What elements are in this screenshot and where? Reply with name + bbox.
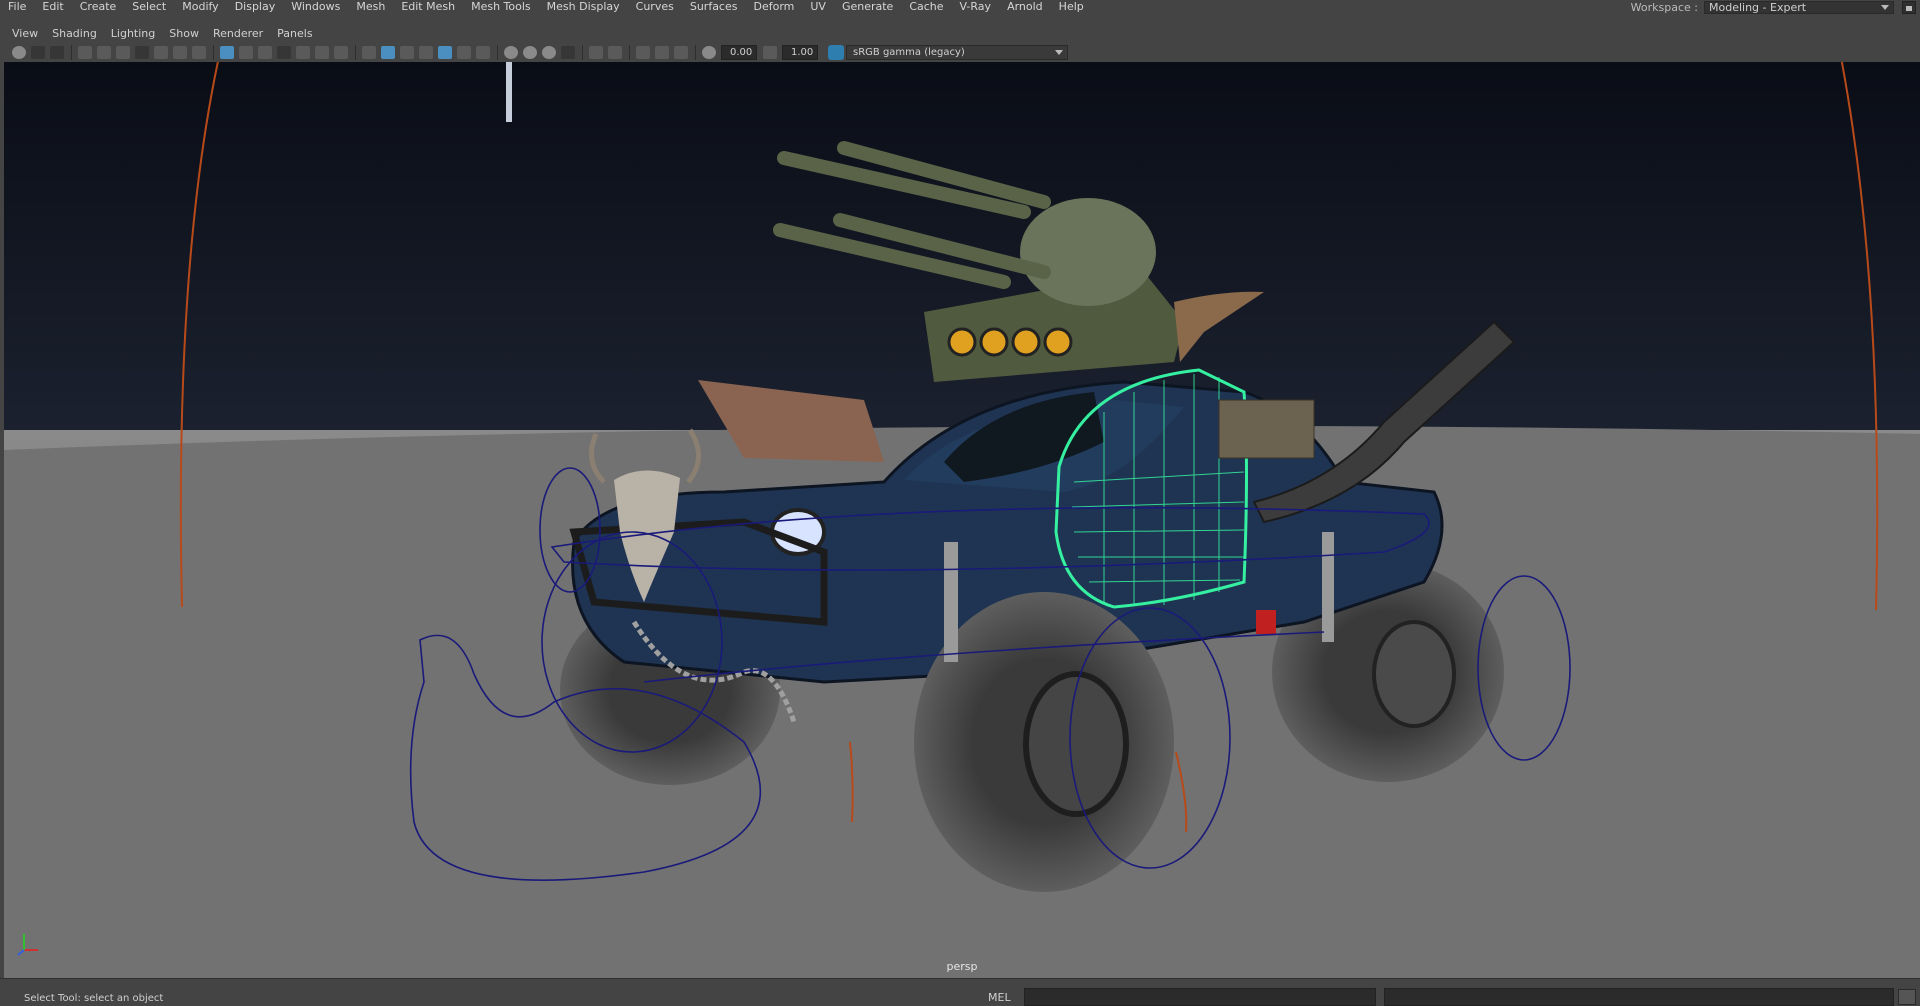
grease-pencil-icon[interactable] (154, 46, 168, 59)
motion-blur-icon[interactable] (523, 46, 537, 59)
panel-menu-bar: View Shading Lighting Show Renderer Panels (0, 23, 1920, 43)
menu-mesh-display[interactable]: Mesh Display (539, 1, 628, 13)
menu-deform[interactable]: Deform (745, 1, 802, 13)
safe-action-icon[interactable] (315, 46, 329, 59)
toolbar-separator (582, 45, 583, 60)
menu-modify[interactable]: Modify (174, 1, 226, 13)
exposure-field[interactable]: 0.00 (721, 45, 757, 60)
chevron-down-icon (1055, 50, 1063, 55)
view-transform-value: sRGB gamma (legacy) (853, 47, 965, 58)
gamma-icon[interactable] (763, 46, 777, 59)
workspace-value: Modeling - Expert (1709, 0, 1807, 14)
gate-mask-icon[interactable] (277, 46, 291, 59)
isolate-select-icon[interactable] (589, 46, 603, 59)
menu-generate[interactable]: Generate (834, 1, 901, 13)
lock-icon[interactable] (1902, 0, 1916, 14)
command-input[interactable] (1024, 988, 1376, 1006)
default-material-icon[interactable] (400, 46, 414, 59)
command-line-bar: Select Tool: select an object MEL (0, 978, 1920, 1006)
view-axis-gizmo (16, 928, 46, 958)
script-editor-icon[interactable] (1898, 989, 1916, 1005)
command-result-field (1384, 988, 1894, 1006)
backface-culling-icon[interactable] (674, 46, 688, 59)
panel-menu-panels[interactable]: Panels (271, 27, 320, 40)
2d-pan-zoom-icon[interactable] (173, 46, 187, 59)
resolution-gate-icon[interactable] (258, 46, 272, 59)
panel-menu-lighting[interactable]: Lighting (105, 27, 163, 40)
safe-title-icon[interactable] (334, 46, 348, 59)
menu-select[interactable]: Select (124, 1, 174, 13)
xray-joints-icon[interactable] (636, 46, 650, 59)
workspace-selector: Workspace : Modeling - Expert (1631, 0, 1920, 14)
panel-toolbar: 0.00 1.00 sRGB gamma (legacy) (0, 43, 1920, 62)
grid-icon[interactable] (220, 46, 234, 59)
workspace-dropdown[interactable]: Modeling - Expert (1704, 0, 1894, 14)
menu-uv[interactable]: UV (802, 1, 834, 13)
window-mesh (1218, 399, 1315, 459)
menu-curves[interactable]: Curves (628, 1, 682, 13)
toolbar-separator (71, 45, 72, 60)
menu-windows[interactable]: Windows (283, 1, 348, 13)
menu-mesh[interactable]: Mesh (348, 1, 393, 13)
camera-icon[interactable] (78, 46, 92, 59)
suspension-spring (944, 542, 958, 662)
area-light (506, 62, 512, 122)
multisample-aa-icon[interactable] (542, 46, 556, 59)
camera-name-label: persp (946, 960, 978, 973)
xray-active-components-icon[interactable] (655, 46, 669, 59)
perspective-viewport[interactable]: persp (4, 62, 1920, 978)
shadows-icon[interactable] (476, 46, 490, 59)
camera-attributes-icon[interactable] (31, 46, 45, 59)
menu-create[interactable]: Create (72, 1, 125, 13)
toolbar-separator (213, 45, 214, 60)
smooth-shade-icon[interactable] (381, 46, 395, 59)
toolbar-separator (629, 45, 630, 60)
use-all-lights-icon[interactable] (457, 46, 471, 59)
menu-edit[interactable]: Edit (34, 1, 71, 13)
image-plane-icon[interactable] (135, 46, 149, 59)
menu-edit-mesh[interactable]: Edit Mesh (393, 1, 463, 13)
film-gate-icon[interactable] (239, 46, 253, 59)
red-part (1256, 610, 1276, 634)
menu-v-ray[interactable]: V-Ray (952, 1, 1000, 13)
menu-file[interactable]: File (0, 1, 34, 13)
menu-list: File Edit Create Select Modify Display Windows… (0, 0, 1092, 14)
pencil-icon[interactable] (192, 46, 206, 59)
wireframe-on-shaded-icon[interactable] (419, 46, 433, 59)
select-camera-icon[interactable] (12, 46, 26, 59)
axis-gizmo-graphic (17, 934, 38, 956)
toolbar-separator (497, 45, 498, 60)
command-language-toggle[interactable]: MEL (988, 991, 1011, 1004)
exposure-icon[interactable] (702, 46, 716, 59)
depth-of-field-icon[interactable] (561, 46, 575, 59)
panel-menu-show[interactable]: Show (163, 27, 207, 40)
lock-camera-icon[interactable] (97, 46, 111, 59)
viewport-scene (4, 62, 1920, 978)
field-chart-icon[interactable] (296, 46, 310, 59)
panel-menu-shading[interactable]: Shading (46, 27, 105, 40)
color-management-icon[interactable] (828, 45, 844, 60)
xray-icon[interactable] (608, 46, 622, 59)
menu-help[interactable]: Help (1051, 1, 1092, 13)
textured-icon[interactable] (438, 46, 452, 59)
workspace-label: Workspace : (1630, 0, 1698, 14)
main-menu-bar: File Edit Create Select Modify Display Windows… (0, 0, 1920, 14)
bookmarks-icon[interactable] (50, 46, 64, 59)
gamma-field[interactable]: 1.00 (782, 45, 818, 60)
toolbar-separator (355, 45, 356, 60)
panel-menu-view[interactable]: View (6, 27, 46, 40)
panel-menu-renderer[interactable]: Renderer (207, 27, 271, 40)
menu-mesh-tools[interactable]: Mesh Tools (463, 1, 539, 13)
bookmark-camera-icon[interactable] (116, 46, 130, 59)
menu-surfaces[interactable]: Surfaces (682, 1, 746, 13)
wireframe-icon[interactable] (362, 46, 376, 59)
chevron-down-icon (1881, 4, 1889, 10)
help-line: Select Tool: select an object (24, 993, 164, 1004)
ambient-occlusion-icon[interactable] (504, 46, 518, 59)
menu-cache[interactable]: Cache (901, 1, 951, 13)
toolbar-separator (695, 45, 696, 60)
menu-arnold[interactable]: Arnold (999, 1, 1051, 13)
view-transform-dropdown[interactable]: sRGB gamma (legacy) (846, 45, 1068, 60)
menu-display[interactable]: Display (227, 1, 284, 13)
